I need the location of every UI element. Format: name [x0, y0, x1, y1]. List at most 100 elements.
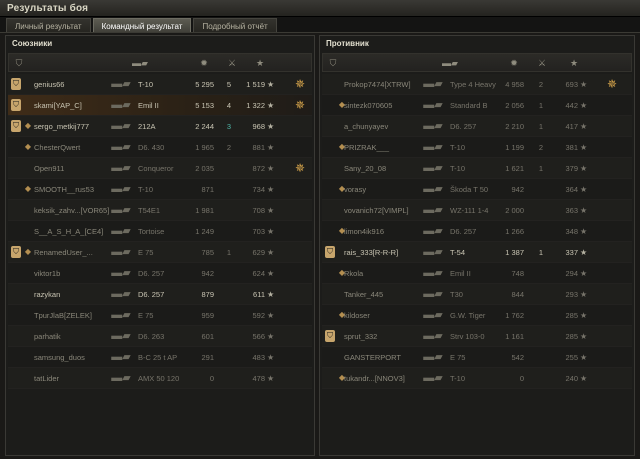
player-row[interactable]: ◆ vorasy ▬▰ Škoda T 50 942 364 ★	[322, 179, 632, 200]
kills-value	[222, 263, 236, 284]
xp-value: 734	[252, 185, 265, 194]
xp-value: 968	[252, 122, 265, 131]
kills-value	[222, 221, 236, 242]
kills-value	[222, 326, 236, 347]
xp-value: 285	[565, 332, 578, 341]
tab-detailed-report[interactable]: Подробный отчёт	[193, 18, 277, 33]
xp-value: 592	[252, 311, 265, 320]
player-row[interactable]: ⛉ genius66 ▬▰ T-10 5 295 5 1 519 ★ ✵	[8, 74, 312, 95]
player-row[interactable]: ◆ sintezk070605 ▬▰ Standard B2 056 1 442 ★	[322, 95, 632, 116]
xp-value: 478	[252, 374, 265, 383]
xp-star-icon: ★	[267, 332, 275, 341]
xp-value: 708	[252, 206, 265, 215]
tank-icon: ▬▰	[111, 267, 131, 279]
player-row[interactable]: Sany_20_08 ▬▰ T-10 1 621 1 379 ★	[322, 158, 632, 179]
xp-star-icon: ★	[580, 185, 588, 194]
xp-column-icon[interactable]: ★	[567, 57, 581, 69]
platoon-column-icon[interactable]: ⛉	[13, 57, 25, 69]
xp-value: 417	[565, 122, 578, 131]
xp-value: 337	[565, 248, 578, 257]
xp-value: 442	[565, 101, 578, 110]
medal-icon: ✵	[294, 77, 306, 91]
damage-value: 0	[209, 374, 214, 383]
xp-value: 285	[565, 311, 578, 320]
tank-icon: ▬▰	[111, 351, 131, 363]
xp-star-icon: ★	[267, 290, 275, 299]
player-row[interactable]: Tanker_445 ▬▰ T30 844 293 ★	[322, 284, 632, 305]
player-row[interactable]: ◆ SMOOTH__rus53 ▬▰ T-10 871 734 ★	[8, 179, 312, 200]
player-row[interactable]: ◆ PRIZRAK___ ▬▰ T-10 1 199 2 381 ★	[322, 137, 632, 158]
damage-column-icon[interactable]: ✹	[193, 57, 215, 69]
player-row[interactable]: keksik_zahv...[VOR65] ▬▰ T54E1 1 981 708 ★	[8, 200, 312, 221]
tab-personal-result[interactable]: Личный результат	[6, 18, 91, 33]
player-row[interactable]: ⛉ ◆ sergo_metkij777 ▬▰ 212A 2 244 3 968 ★	[8, 116, 312, 137]
tank-icon: ▬▰	[111, 162, 131, 174]
player-row[interactable]: viktor1b ▬▰ D6. 257 942 624 ★	[8, 263, 312, 284]
kills-value: 1	[538, 122, 544, 131]
tank-icon: ▬▰	[111, 99, 131, 111]
player-row[interactable]: razykan ▬▰ D6. 257 879 611 ★	[8, 284, 312, 305]
player-row[interactable]: ◆ ChesterQwert ▬▰ D6. 430 1 965 2 881 ★	[8, 137, 312, 158]
platoon-icon: ⛉	[11, 78, 21, 90]
tank-icon: ▬▰	[111, 78, 131, 90]
xp-column-icon[interactable]: ★	[253, 57, 267, 69]
kills-value	[534, 284, 548, 305]
damage-value: 942	[511, 185, 524, 194]
player-row[interactable]: parhatik ▬▰ D6. 263 601 566 ★	[8, 326, 312, 347]
tank-icon: ▬▰	[111, 183, 131, 195]
xp-star-icon: ★	[580, 374, 588, 383]
tank-column-icon[interactable]: ▬▰	[435, 57, 465, 69]
kills-value	[222, 284, 236, 305]
kills-value	[534, 305, 548, 326]
player-row[interactable]: TpurJlaB[ZELEK] ▬▰ E 75 959 592 ★	[8, 305, 312, 326]
player-row[interactable]: ⛉ sprut_332 ▬▰ Strv 103-0 1 161 285 ★	[322, 326, 632, 347]
tank-icon: ▬▰	[423, 351, 443, 363]
window-titlebar: Результаты боя	[0, 0, 640, 17]
xp-value: 566	[252, 332, 265, 341]
player-row[interactable]: vovanich72[VIMPL] ▬▰ WZ-111 1-4 2 000 363 ★	[322, 200, 632, 221]
allies-title: Союзники	[12, 39, 53, 48]
player-row[interactable]: ⛉ ◆ RenamedUser_... ▬▰ E 75 785 1 629 ★	[8, 242, 312, 263]
xp-value: 611	[253, 290, 265, 299]
kills-value: 4	[226, 101, 232, 110]
tank-icon: ▬▰	[423, 330, 443, 342]
platoon-icon: ⛉	[11, 120, 21, 132]
kills-value: 1	[226, 248, 232, 257]
xp-value: 294	[565, 269, 578, 278]
xp-star-icon: ★	[580, 269, 588, 278]
player-row[interactable]: ◆ limon4ik916 ▬▰ D6. 257 1 266 348 ★	[322, 221, 632, 242]
xp-star-icon: ★	[580, 248, 588, 257]
damage-value: 1 161	[505, 332, 524, 341]
player-row[interactable]: ◆ kildoser ▬▰ G.W. Tiger 1 762 285 ★	[322, 305, 632, 326]
player-row[interactable]: Prokop7474[XTRW] ▬▰ Type 4 Heavy 4 958 2 693 ★…	[322, 74, 632, 95]
player-row[interactable]: samsung_duos ▬▰ B-C 25 t AP 291 483 ★	[8, 347, 312, 368]
player-row[interactable]: ⛉ rais_333[R-R-R] ▬▰ T-54 1 387 1 337 ★	[322, 242, 632, 263]
damage-column-icon[interactable]: ✹	[503, 57, 525, 69]
player-row[interactable]: ⛉ skami[YAP_C] ▬▰ Emil II 5 153 4 1 322 ★ ✵	[8, 95, 312, 116]
tank-column-icon[interactable]: ▬▰	[125, 57, 155, 69]
player-row[interactable]: S__A_S_H_A_[CE4] ▬▰ Tortoise 1 249 703 ★	[8, 221, 312, 242]
xp-value: 703	[252, 227, 265, 236]
player-row[interactable]: tatLider ▬▰ AMX 50 120 0 478 ★	[8, 368, 312, 389]
kills-value: 3	[226, 122, 232, 131]
tank-icon: ▬▰	[423, 372, 443, 384]
tank-icon: ▬▰	[111, 330, 131, 342]
xp-value: 483	[252, 353, 265, 362]
platoon-icon: ⛉	[325, 330, 335, 342]
kills-column-icon[interactable]: ⚔	[219, 57, 245, 69]
damage-value: 601	[201, 332, 214, 341]
player-row[interactable]: a_chunyayev ▬▰ D6. 257 2 210 1 417 ★	[322, 116, 632, 137]
player-row[interactable]: Open911 ▬▰ Conqueror 2 035 872 ★ ✵	[8, 158, 312, 179]
player-row[interactable]: ◆ Rkola ▬▰ Emil II 748 294 ★	[322, 263, 632, 284]
tank-icon: ▬▰	[423, 225, 443, 237]
enemies-header: ⛉ ▬▰ ✹ ⚔ ★	[322, 53, 632, 72]
player-row[interactable]: ◆ tukandr...[NNOV3] ▬▰ T-10 0 240 ★	[322, 368, 632, 389]
xp-value: 872	[252, 164, 265, 173]
tab-team-result[interactable]: Командный результат	[92, 18, 192, 33]
platoon-column-icon[interactable]: ⛉	[327, 57, 339, 69]
kills-value	[222, 368, 236, 389]
xp-value: 293	[565, 290, 578, 299]
tank-icon: ▬▰	[423, 78, 443, 90]
kills-column-icon[interactable]: ⚔	[529, 57, 555, 69]
player-row[interactable]: GANSTERPORT ▬▰ E 75 542 255 ★	[322, 347, 632, 368]
